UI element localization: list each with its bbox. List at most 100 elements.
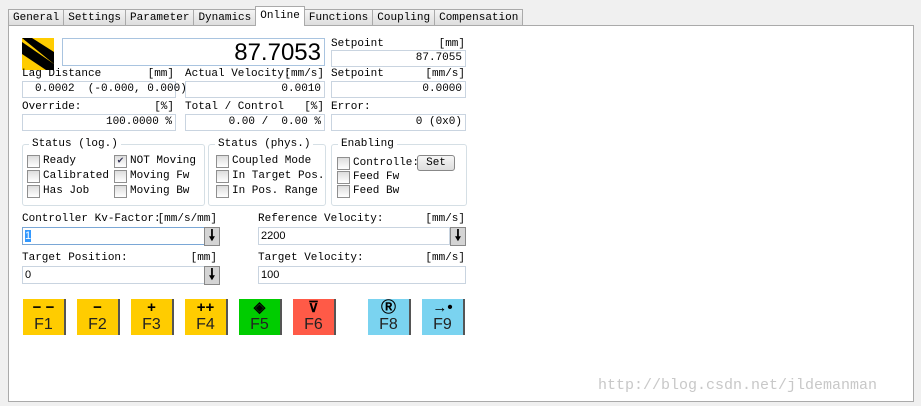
override-label: Override: bbox=[22, 101, 82, 113]
tab-online[interactable]: Online bbox=[255, 6, 305, 26]
actual-velocity-field: 0.0010 bbox=[185, 81, 325, 98]
checkbox-label: Calibrated bbox=[43, 170, 110, 182]
error-field: 0 (0x0) bbox=[331, 114, 466, 131]
override-field: 100.0000 % bbox=[22, 114, 176, 131]
start-diamond-icon: ◈ bbox=[253, 299, 266, 316]
ref-vel-download-button[interactable]: 🠗 bbox=[450, 227, 466, 246]
ref-vel-input[interactable]: 2200 bbox=[258, 227, 450, 245]
minus-icon: − bbox=[93, 299, 102, 316]
setpoint-pos-unit: [mm] bbox=[438, 38, 465, 50]
setpoint-pos-label: Setpoint bbox=[331, 38, 384, 50]
key-label: F1 bbox=[34, 316, 53, 333]
f1-jog-fast-backward-button[interactable]: − − F1 bbox=[23, 299, 66, 335]
checkbox-box[interactable] bbox=[216, 185, 229, 198]
lag-field: 0.0002 (-0.000, 0.000) bbox=[22, 81, 187, 98]
tab-functions[interactable]: Functions bbox=[303, 9, 374, 26]
kv-value: 1 bbox=[25, 230, 32, 242]
f9-home-button[interactable]: →• F9 bbox=[422, 299, 465, 335]
status-log-title: Status (log.) bbox=[29, 138, 121, 150]
status-phys-group: Status (phys.) Coupled Mode In Target Po… bbox=[208, 138, 326, 206]
kv-input[interactable]: 1 bbox=[22, 227, 205, 245]
checkbox-controller[interactable]: Controlle: bbox=[337, 157, 419, 170]
checkbox-label: In Pos. Range bbox=[232, 185, 318, 197]
actual-velocity-unit: [mm/s] bbox=[284, 68, 324, 80]
f3-jog-forward-button[interactable]: + F3 bbox=[131, 299, 174, 335]
key-label: F3 bbox=[142, 316, 161, 333]
key-label: F2 bbox=[88, 316, 107, 333]
checkbox-box[interactable] bbox=[337, 171, 350, 184]
checkbox-has-job[interactable]: Has Job bbox=[27, 185, 89, 198]
checkbox-calibrated[interactable]: Calibrated bbox=[27, 170, 109, 183]
checkbox-feed-fw[interactable]: Feed Fw bbox=[337, 171, 399, 184]
checkbox-box[interactable] bbox=[337, 157, 350, 170]
double-plus-icon: ++ bbox=[196, 299, 215, 316]
checkbox-not-moving[interactable]: ✔ NOT Moving bbox=[114, 155, 196, 168]
f6-stop-button[interactable]: ⊽ F6 bbox=[293, 299, 336, 335]
f2-jog-backward-button[interactable]: − F2 bbox=[77, 299, 120, 335]
f5-start-button[interactable]: ◈ F5 bbox=[239, 299, 282, 335]
checkbox-label: Moving Bw bbox=[130, 185, 190, 197]
target-vel-input[interactable]: 100 bbox=[258, 266, 466, 284]
checkbox-in-target-pos[interactable]: In Target Pos. bbox=[216, 170, 324, 183]
checkbox-label: Controlle: bbox=[353, 157, 420, 169]
checkbox-moving-bw[interactable]: Moving Bw bbox=[114, 185, 189, 198]
target-pos-input[interactable]: 0 bbox=[22, 266, 205, 284]
set-button[interactable]: Set bbox=[417, 155, 455, 171]
axis-status-icon bbox=[22, 38, 54, 70]
actual-position-display: 87.7053 bbox=[62, 38, 325, 66]
tab-dynamics[interactable]: Dynamics bbox=[193, 9, 257, 26]
checkbox-label: In Target Pos. bbox=[232, 170, 325, 182]
key-label: F5 bbox=[250, 316, 269, 333]
checkbox-box[interactable] bbox=[27, 170, 40, 183]
target-pos-download-button[interactable]: 🠗 bbox=[204, 266, 220, 285]
checkbox-label: Coupled Mode bbox=[232, 155, 312, 167]
kv-download-button[interactable]: 🠗 bbox=[204, 227, 220, 246]
checkbox-box[interactable] bbox=[216, 155, 229, 168]
checkbox-moving-fw[interactable]: Moving Fw bbox=[114, 170, 189, 183]
f8-reset-button[interactable]: Ⓡ F8 bbox=[368, 299, 411, 335]
tab-general[interactable]: General bbox=[8, 9, 65, 26]
tab-bar: General Settings Parameter Dynamics Onli… bbox=[8, 6, 524, 26]
checkbox-box[interactable] bbox=[27, 185, 40, 198]
tab-parameter[interactable]: Parameter bbox=[125, 9, 195, 26]
f4-jog-fast-forward-button[interactable]: ++ F4 bbox=[185, 299, 228, 335]
key-label: F6 bbox=[304, 316, 323, 333]
checkbox-coupled-mode[interactable]: Coupled Mode bbox=[216, 155, 311, 168]
checkbox-box[interactable] bbox=[114, 185, 127, 198]
checkbox-in-pos-range[interactable]: In Pos. Range bbox=[216, 185, 318, 198]
stop-icon: ⊽ bbox=[308, 299, 319, 316]
setpoint-vel-label: Setpoint bbox=[331, 68, 384, 80]
total-control-unit: [%] bbox=[304, 101, 324, 113]
checkbox-label: Feed Fw bbox=[353, 171, 400, 183]
lag-label: Lag Distance bbox=[22, 68, 102, 80]
total-control-label: Total / Control bbox=[185, 101, 285, 113]
reset-icon: Ⓡ bbox=[380, 299, 396, 316]
checkbox-feed-bw[interactable]: Feed Bw bbox=[337, 185, 399, 198]
tab-settings[interactable]: Settings bbox=[63, 9, 127, 26]
tab-coupling[interactable]: Coupling bbox=[372, 9, 436, 26]
checkmark-icon[interactable]: ✔ bbox=[114, 155, 127, 168]
checkbox-label: NOT Moving bbox=[130, 155, 197, 167]
total-control-field: 0.00 / 0.00 % bbox=[185, 114, 325, 131]
override-unit: [%] bbox=[154, 101, 174, 113]
checkbox-box[interactable] bbox=[114, 170, 127, 183]
checkbox-box[interactable] bbox=[216, 170, 229, 183]
setpoint-vel-unit: [mm/s] bbox=[425, 68, 465, 80]
checkbox-label: Ready bbox=[43, 155, 77, 167]
key-label: F4 bbox=[196, 316, 215, 333]
setpoint-pos-field: 87.7055 bbox=[331, 50, 466, 67]
checkbox-box[interactable] bbox=[337, 185, 350, 198]
ref-vel-label: Reference Velocity: bbox=[258, 213, 384, 225]
home-arrow-icon: →• bbox=[432, 299, 453, 316]
enabling-group: Enabling Controlle: Feed Fw Feed Bw Set bbox=[331, 138, 467, 206]
checkbox-ready[interactable]: Ready bbox=[27, 155, 76, 168]
setpoint-vel-field: 0.0000 bbox=[331, 81, 466, 98]
ref-vel-unit: [mm/s] bbox=[425, 213, 465, 225]
checkbox-label: Has Job bbox=[43, 185, 90, 197]
target-pos-label: Target Position: bbox=[22, 252, 128, 264]
checkbox-label: Moving Fw bbox=[130, 170, 190, 182]
checkbox-box[interactable] bbox=[27, 155, 40, 168]
error-label: Error: bbox=[331, 101, 371, 113]
tab-compensation[interactable]: Compensation bbox=[434, 9, 524, 26]
target-vel-label: Target Velocity: bbox=[258, 252, 364, 264]
